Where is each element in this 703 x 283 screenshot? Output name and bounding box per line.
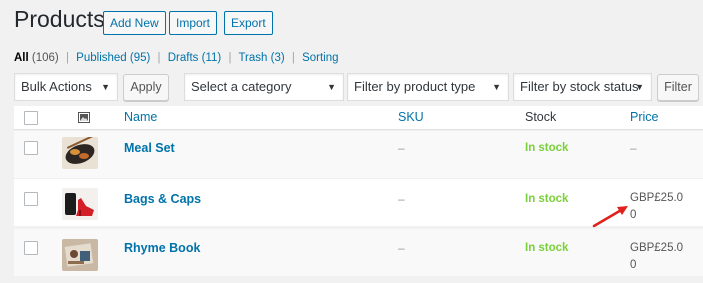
column-price[interactable]: Price: [630, 110, 658, 124]
filter-all-link[interactable]: All: [14, 52, 29, 64]
product-name-link[interactable]: Bags & Caps: [124, 192, 201, 206]
stock-status-select[interactable]: Filter by stock status ▼: [513, 73, 652, 101]
stock-status-label: Filter by stock status: [520, 79, 639, 94]
dropdown-arrow-icon: ▼: [635, 82, 644, 92]
page-title: Products: [14, 6, 105, 32]
sorting-link[interactable]: Sorting: [302, 52, 338, 64]
column-sku[interactable]: SKU: [398, 110, 424, 124]
select-all-checkbox[interactable]: [24, 111, 38, 125]
separator: |: [291, 52, 295, 64]
apply-button[interactable]: Apply: [123, 74, 169, 101]
stock-status: In stock: [525, 242, 569, 254]
filter-button[interactable]: Filter: [657, 74, 699, 101]
separator: |: [65, 52, 69, 64]
price-value: GBP£25.00: [630, 192, 684, 221]
separator: |: [228, 52, 232, 64]
row-checkbox[interactable]: [24, 241, 38, 255]
bulk-actions-label: Bulk Actions: [21, 79, 92, 94]
filter-trash-link[interactable]: Trash (3): [238, 52, 284, 64]
shoes-thumbnail[interactable]: [62, 188, 98, 220]
filter-all-count: (106): [31, 52, 59, 64]
sku-value: –: [398, 241, 405, 255]
product-type-label: Filter by product type: [354, 79, 476, 94]
price-value: GBP£25.00: [630, 242, 684, 271]
image-icon: [78, 110, 90, 128]
column-stock: Stock: [525, 110, 557, 124]
sku-value: –: [398, 141, 405, 155]
dropdown-arrow-icon: ▼: [327, 82, 336, 92]
filter-drafts-link[interactable]: Drafts (11): [168, 52, 221, 64]
stock-status: In stock: [525, 193, 569, 205]
dropdown-arrow-icon: ▼: [492, 82, 501, 92]
stock-status: In stock: [525, 142, 569, 154]
price-value: –: [630, 141, 637, 155]
sku-value: –: [398, 192, 405, 206]
column-name[interactable]: Name: [124, 110, 157, 124]
add-new-button[interactable]: Add New: [103, 11, 166, 35]
table-header: [14, 106, 703, 130]
separator: |: [157, 52, 161, 64]
category-label: Select a category: [191, 79, 292, 94]
product-name-link[interactable]: Rhyme Book: [124, 241, 200, 255]
dropdown-arrow-icon: ▼: [101, 82, 110, 92]
category-select[interactable]: Select a category ▼: [184, 73, 344, 101]
bulk-actions-select[interactable]: Bulk Actions ▼: [14, 73, 118, 101]
row-checkbox[interactable]: [24, 141, 38, 155]
filter-published-link[interactable]: Published (95): [76, 52, 150, 64]
book-thumbnail[interactable]: [62, 239, 98, 271]
table-row: [14, 229, 703, 276]
export-button[interactable]: Export: [224, 11, 273, 35]
table-row: [14, 131, 703, 178]
row-checkbox[interactable]: [24, 192, 38, 206]
product-name-link[interactable]: Meal Set: [124, 141, 175, 155]
status-filter-links: All (106) | Published (95) | Drafts (11)…: [14, 52, 339, 64]
food-thumbnail[interactable]: [62, 137, 98, 169]
red-arrow-icon: [592, 206, 628, 228]
product-type-select[interactable]: Filter by product type ▼: [347, 73, 509, 101]
import-button[interactable]: Import: [169, 11, 218, 35]
